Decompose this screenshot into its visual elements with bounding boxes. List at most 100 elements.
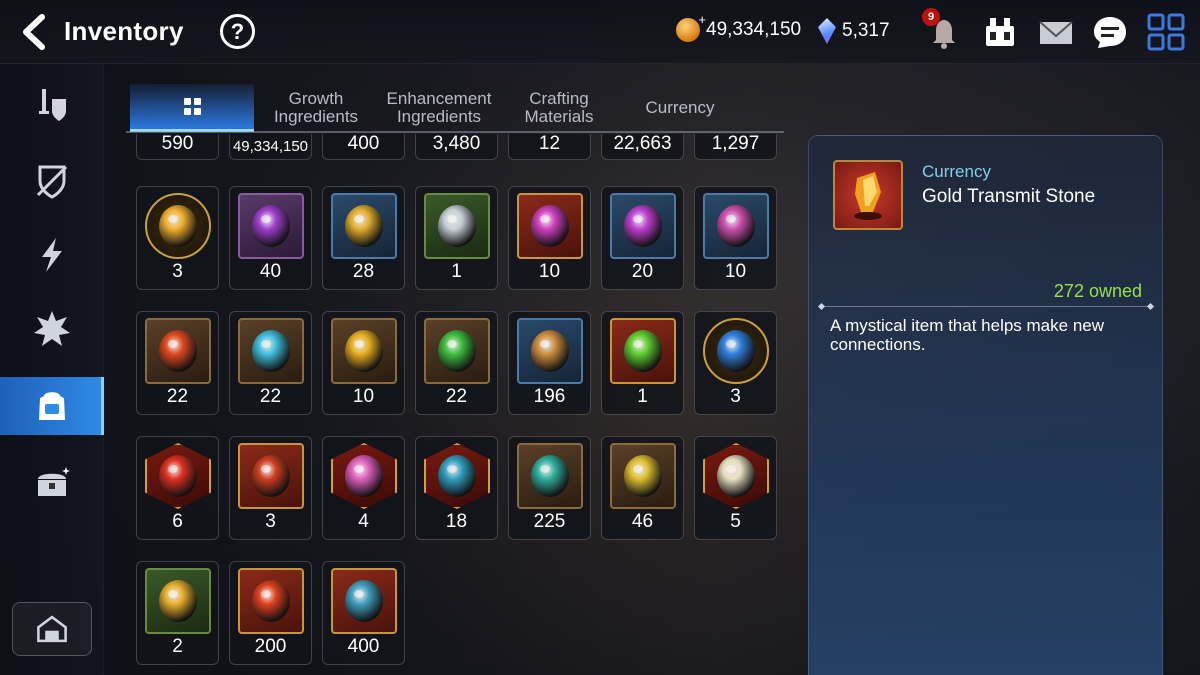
gold-transmit-stone-icon [833,160,903,230]
inventory-slot[interactable]: 4 [322,436,405,540]
item-count: 46 [631,511,654,532]
green-orb-icon [610,318,676,384]
nature-rune-icon [424,318,490,384]
inventory-slot[interactable]: 40 [229,186,312,290]
inventory-slot[interactable]: 49,334,150 [229,134,312,160]
gold-amount: 49,334,150 [706,19,802,40]
top-bar: Inventory ? + 49,334,150 5,317 9 [0,0,1200,64]
inventory-slot[interactable]: 400 [322,561,405,665]
inventory-slot[interactable]: 18 [415,436,498,540]
inventory-slot[interactable]: 5 [694,436,777,540]
back-arrow-icon[interactable] [18,14,50,50]
chat-icon [1094,17,1126,48]
inventory-slot[interactable]: 10 [694,186,777,290]
mail-button[interactable] [1036,12,1076,52]
inventory-slot[interactable]: 22,663 [601,134,684,160]
notification-badge: 9 [922,8,940,26]
crystal-currency[interactable]: 5,317 [818,18,890,44]
earth-rune-icon [331,318,397,384]
artifact-icon [36,165,68,199]
inventory-slot[interactable]: 10 [322,311,405,415]
inventory-slot[interactable]: 28 [322,186,405,290]
inventory-grid: 590 49,334,150 400 3,480 12 22,663 1,297 3 40 28 1… [134,134,784,675]
red-stone-icon [238,443,304,509]
item-count: 49,334,150 [232,138,309,155]
item-count: 400 [347,636,380,657]
inventory-slot[interactable]: 400 [322,134,405,160]
inventory-slot[interactable]: 6 [136,436,219,540]
sidebar-item-chest[interactable] [0,454,104,512]
inventory-slot[interactable]: 22 [415,311,498,415]
teal-stone-icon [517,443,583,509]
help-icon[interactable]: ? [220,14,255,49]
sidebar-item-equipment[interactable] [0,76,104,134]
inventory-slot[interactable]: 196 [508,311,591,415]
item-count: 22 [166,386,189,407]
inventory-slot[interactable]: 200 [229,561,312,665]
item-detail-panel: Currency Gold Transmit Stone 272 owned A… [808,135,1163,675]
item-count: 590 [161,134,194,154]
chest-icon [38,467,70,496]
blue-sigil-icon [703,318,769,384]
tab-currency[interactable]: Currency [618,84,742,132]
explosion-icon [34,311,70,346]
inventory-slot[interactable]: 1 [415,186,498,290]
inventory-slot[interactable]: 3 [136,186,219,290]
gold-coin-icon: + [676,12,706,42]
inventory-slot[interactable]: 1 [601,311,684,415]
item-count: 18 [445,511,468,532]
inventory-slot[interactable]: 20 [601,186,684,290]
inventory-slot[interactable]: 3,480 [415,134,498,160]
pink-triangle-gem-icon [610,193,676,259]
detail-item-name: Gold Transmit Stone [922,186,1096,207]
item-count: 1 [637,386,648,407]
equipment-icon [39,89,66,121]
sidebar-item-catalyst[interactable] [0,226,104,284]
item-count: 200 [254,636,287,657]
red-crystal-icon [145,443,211,509]
inventory-slot[interactable]: 12 [508,134,591,160]
item-count: 10 [538,261,561,282]
notification-button[interactable]: 9 [922,8,964,52]
fire-rune-icon [145,318,211,384]
item-count: 3 [172,261,183,282]
item-count: 12 [538,134,561,154]
inventory-slot[interactable]: 3 [229,436,312,540]
inventory-slot[interactable]: 3 [694,311,777,415]
item-count: 196 [533,386,566,407]
tab-enhancement-ingredients[interactable]: Enhancement Ingredients [378,84,500,132]
menu-button[interactable] [1146,12,1186,52]
storage-button[interactable] [12,602,92,656]
storage-house-icon [37,615,67,643]
inventory-slot[interactable]: 1,297 [694,134,777,160]
lightning-icon [42,238,62,272]
item-count: 1,297 [711,134,760,154]
item-count: 28 [352,261,375,282]
sanctuary-button[interactable] [980,12,1020,52]
tab-crafting-materials[interactable]: Crafting Materials [506,84,612,132]
tab-growth-ingredients[interactable]: Growth Ingredients [260,84,372,132]
item-count: 22 [445,386,468,407]
item-count: 3 [265,511,276,532]
inventory-slot[interactable]: 10 [508,186,591,290]
detail-divider [821,306,1151,307]
sidebar-item-special[interactable] [0,300,104,358]
inventory-slot[interactable]: 2 [136,561,219,665]
item-count: 400 [347,134,380,154]
item-count: 3,480 [432,134,481,154]
gold-currency[interactable]: + 49,334,150 [676,12,802,42]
sidebar-item-inventory[interactable] [0,377,104,435]
item-count: 225 [533,511,566,532]
red-shard-icon [238,568,304,634]
inventory-slot[interactable]: 590 [136,134,219,160]
inventory-slot[interactable]: 22 [229,311,312,415]
tab-all[interactable] [130,84,254,132]
chat-button[interactable] [1090,12,1130,52]
sidebar-item-artifact[interactable] [0,152,104,210]
inventory-slot[interactable]: 46 [601,436,684,540]
gold-flower-icon [331,193,397,259]
inventory-slot[interactable]: 22 [136,311,219,415]
gold-stone-icon [145,568,211,634]
item-count: 20 [631,261,654,282]
inventory-slot[interactable]: 225 [508,436,591,540]
